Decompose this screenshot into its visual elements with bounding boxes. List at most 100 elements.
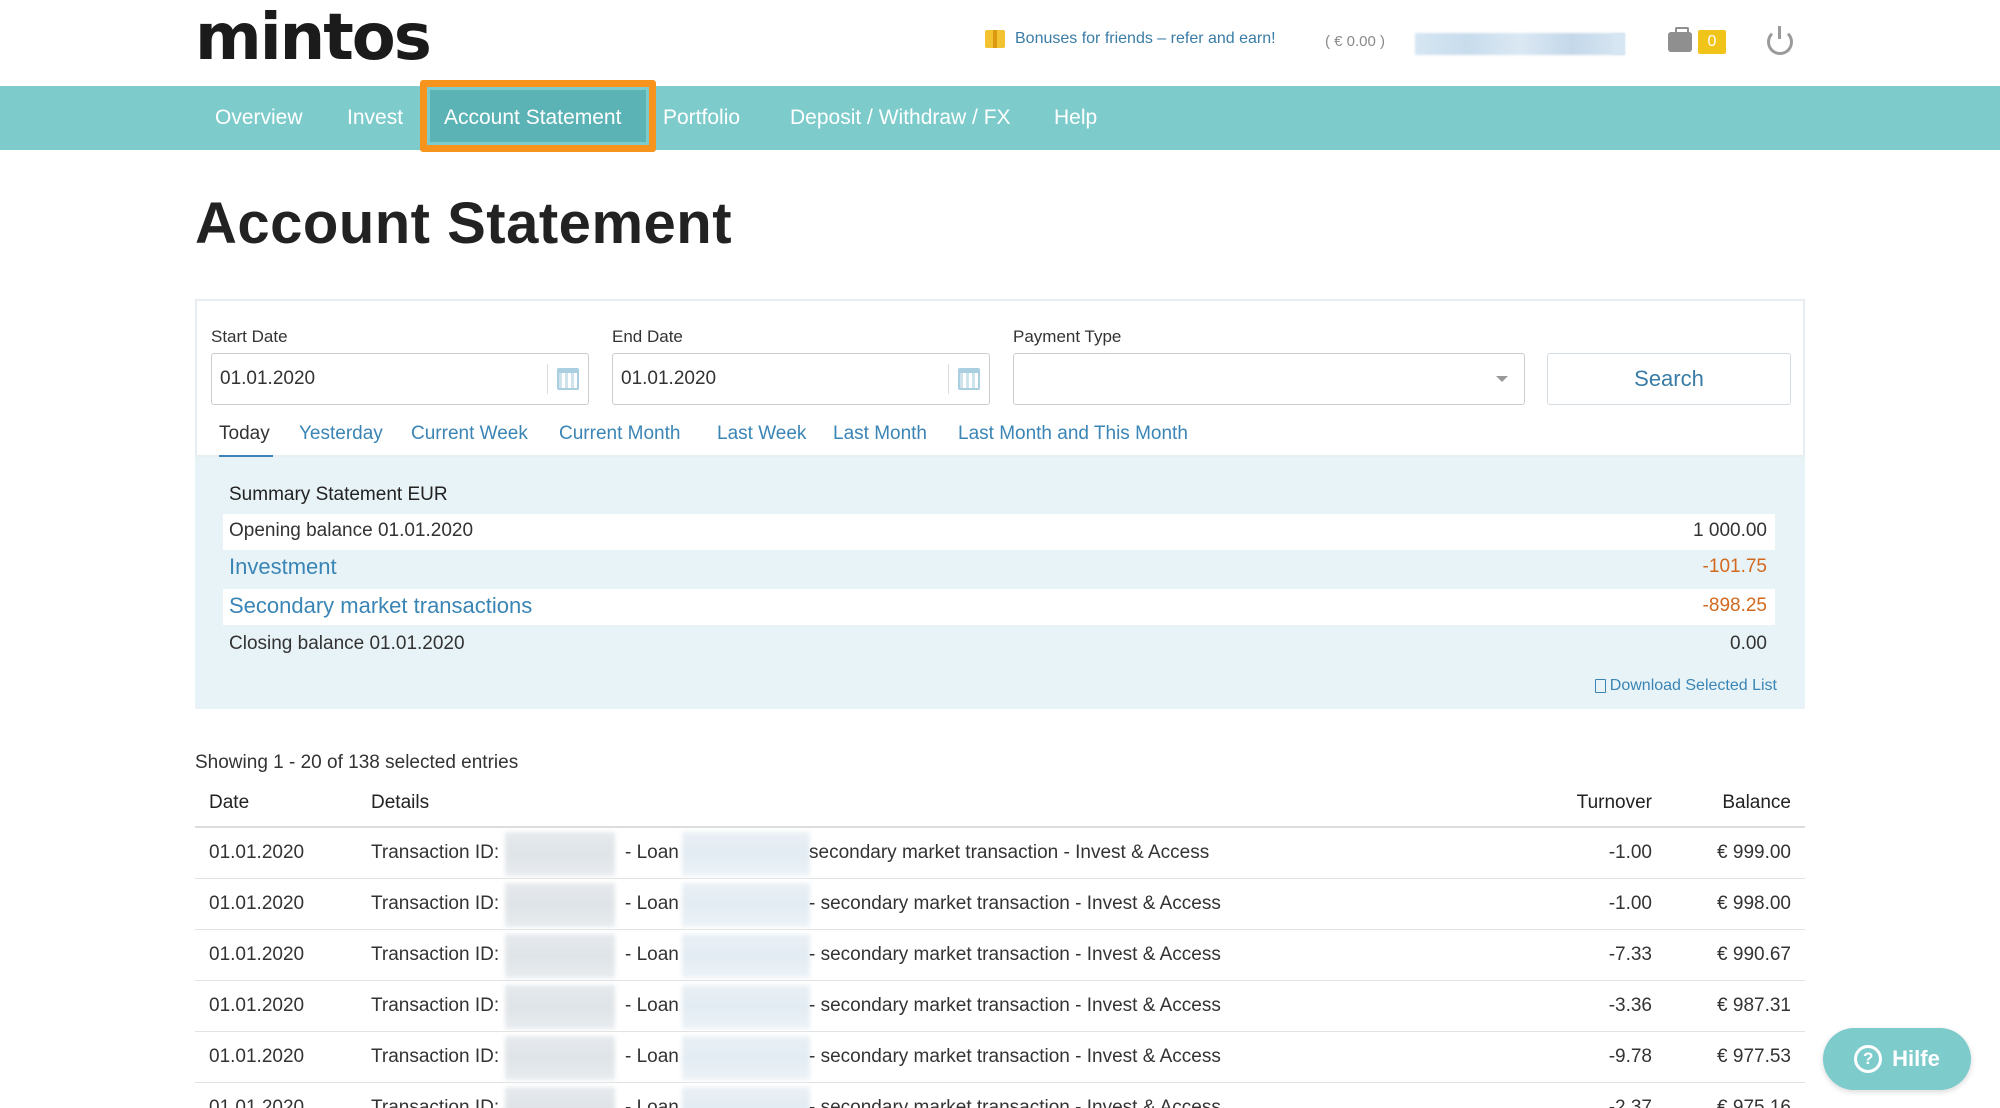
transaction-id-redacted (505, 985, 615, 1029)
row-loan-label: - Loan (625, 842, 679, 863)
quick-filter-last-month-and-this-month[interactable]: Last Month and This Month (958, 423, 1188, 445)
loan-id-redacted (682, 934, 810, 978)
row-turnover: -9.78 (1608, 1046, 1652, 1067)
help-chat-button[interactable]: ? Hilfe (1823, 1028, 1971, 1090)
row-loan-label: - Loan (625, 1097, 679, 1108)
summary-link-secondary-market[interactable]: Secondary market transactions (229, 593, 532, 619)
download-selected-list-link[interactable]: Download Selected List (1594, 677, 1777, 695)
row-loan-label: - Loan (625, 995, 679, 1016)
row-transaction-id-label: Transaction ID: (371, 944, 500, 965)
transaction-id-redacted (505, 1036, 615, 1080)
row-date: 01.01.2020 (209, 1097, 305, 1108)
input-divider (948, 364, 949, 394)
summary-row-secondary-market: Secondary market transactions -898.25 (223, 589, 1775, 625)
row-description: secondary market transaction - Invest & … (809, 842, 1210, 863)
account-balance: ( € 0.00 ) (1325, 33, 1386, 50)
summary-link-investment[interactable]: Investment (229, 554, 337, 580)
bonus-link[interactable]: Bonuses for friends – refer and earn! (985, 30, 1276, 48)
row-loan-label: - Loan (625, 944, 679, 965)
calendar-icon[interactable] (958, 368, 980, 390)
row-balance: € 975.16 (1717, 1097, 1791, 1108)
summary-row-investment: Investment -101.75 (223, 550, 1775, 586)
user-name-redacted[interactable] (1415, 33, 1625, 55)
help-button-label: Hilfe (1892, 1046, 1940, 1071)
summary-label: Closing balance 01.01.2020 (229, 633, 465, 654)
row-transaction-id-label: Transaction ID: (371, 1046, 500, 1067)
row-date: 01.01.2020 (209, 1046, 305, 1067)
end-date-label: End Date (612, 327, 683, 346)
search-button[interactable]: Search (1547, 353, 1791, 405)
summary-label: Opening balance 01.01.2020 (229, 520, 474, 541)
user-name-redacted-tail (1613, 33, 1625, 55)
loan-id-redacted (682, 1036, 810, 1080)
top-header: mintos Bonuses for friends – refer and e… (0, 0, 2000, 86)
loan-id-redacted (682, 985, 810, 1029)
loan-id-redacted (682, 883, 810, 927)
transaction-id-redacted (505, 934, 615, 978)
row-transaction-id-label: Transaction ID: (371, 1097, 500, 1108)
quick-filter-yesterday[interactable]: Yesterday (299, 423, 383, 445)
row-description: - secondary market transaction - Invest … (809, 995, 1221, 1016)
nav-overview[interactable]: Overview (215, 86, 303, 150)
summary-value: 0.00 (1730, 633, 1767, 654)
summary-value: 1 000.00 (1693, 520, 1767, 541)
table-header: Date Details Turnover Balance (195, 782, 1805, 828)
start-date-input[interactable]: 01.01.2020 (211, 353, 589, 405)
calendar-icon[interactable] (557, 368, 579, 390)
entries-count: Showing 1 - 20 of 138 selected entries (195, 752, 519, 773)
highlight-box (420, 80, 656, 152)
nav-help[interactable]: Help (1054, 86, 1097, 150)
column-header-balance[interactable]: Balance (1722, 792, 1791, 814)
filter-panel: Start Date 01.01.2020 End Date 01.01.202… (195, 299, 1805, 458)
question-icon: ? (1854, 1045, 1883, 1073)
download-label[interactable]: Download Selected List (1610, 677, 1777, 695)
table-row[interactable]: 01.01.2020 Transaction ID: - Loan - seco… (195, 981, 1805, 1032)
row-balance: € 999.00 (1717, 842, 1791, 863)
row-date: 01.01.2020 (209, 842, 305, 863)
summary-row-closing: Closing balance 01.01.2020 0.00 (223, 627, 1775, 663)
row-date: 01.01.2020 (209, 944, 305, 965)
table-row[interactable]: 01.01.2020 Transaction ID: - Loan second… (195, 828, 1805, 879)
table-row[interactable]: 01.01.2020 Transaction ID: - Loan - seco… (195, 879, 1805, 930)
quick-filter-today[interactable]: Today (219, 423, 270, 445)
column-header-turnover[interactable]: Turnover (1577, 792, 1652, 814)
row-description: - secondary market transaction - Invest … (809, 1046, 1221, 1067)
quick-filter-last-month[interactable]: Last Month (833, 423, 927, 445)
quick-filter-last-week[interactable]: Last Week (717, 423, 806, 445)
summary-title: Summary Statement EUR (229, 484, 448, 505)
nav-invest[interactable]: Invest (347, 86, 403, 150)
end-date-value: 01.01.2020 (621, 368, 717, 389)
quick-filter-current-month[interactable]: Current Month (559, 423, 680, 445)
payment-type-label: Payment Type (1013, 327, 1122, 346)
chevron-down-icon (1496, 376, 1508, 382)
row-turnover: -1.00 (1608, 842, 1652, 863)
row-balance: € 977.53 (1717, 1046, 1791, 1067)
row-transaction-id-label: Transaction ID: (371, 893, 500, 914)
gift-icon (985, 30, 1005, 48)
summary-value: -898.25 (1702, 595, 1767, 616)
summary-value: -101.75 (1702, 556, 1767, 577)
column-header-details[interactable]: Details (371, 792, 429, 814)
briefcase-icon[interactable] (1668, 27, 1692, 52)
table-row[interactable]: 01.01.2020 Transaction ID: - Loan - seco… (195, 1032, 1805, 1083)
table-row[interactable]: 01.01.2020 Transaction ID: - Loan - seco… (195, 930, 1805, 981)
nav-deposit-withdraw-fx[interactable]: Deposit / Withdraw / FX (790, 86, 1011, 150)
end-date-input[interactable]: 01.01.2020 (612, 353, 990, 405)
mintos-logo[interactable]: mintos (195, 2, 432, 74)
power-icon[interactable] (1767, 26, 1793, 55)
transaction-id-redacted (505, 832, 615, 876)
row-loan-label: - Loan (625, 1046, 679, 1067)
bonus-text[interactable]: Bonuses for friends – refer and earn! (1015, 30, 1276, 48)
transaction-id-redacted (505, 1087, 615, 1108)
quick-filter-current-week[interactable]: Current Week (411, 423, 528, 445)
nav-portfolio[interactable]: Portfolio (663, 86, 740, 150)
column-header-date[interactable]: Date (209, 792, 249, 814)
payment-type-select[interactable] (1013, 353, 1525, 405)
cart-count-badge[interactable]: 0 (1698, 30, 1726, 54)
row-balance: € 987.31 (1717, 995, 1791, 1016)
row-turnover: -1.00 (1608, 893, 1652, 914)
row-turnover: -7.33 (1608, 944, 1652, 965)
page-title: Account Statement (195, 191, 733, 256)
table-row[interactable]: 01.01.2020 Transaction ID: - Loan - seco… (195, 1083, 1805, 1108)
row-description: - secondary market transaction - Invest … (809, 1097, 1221, 1108)
